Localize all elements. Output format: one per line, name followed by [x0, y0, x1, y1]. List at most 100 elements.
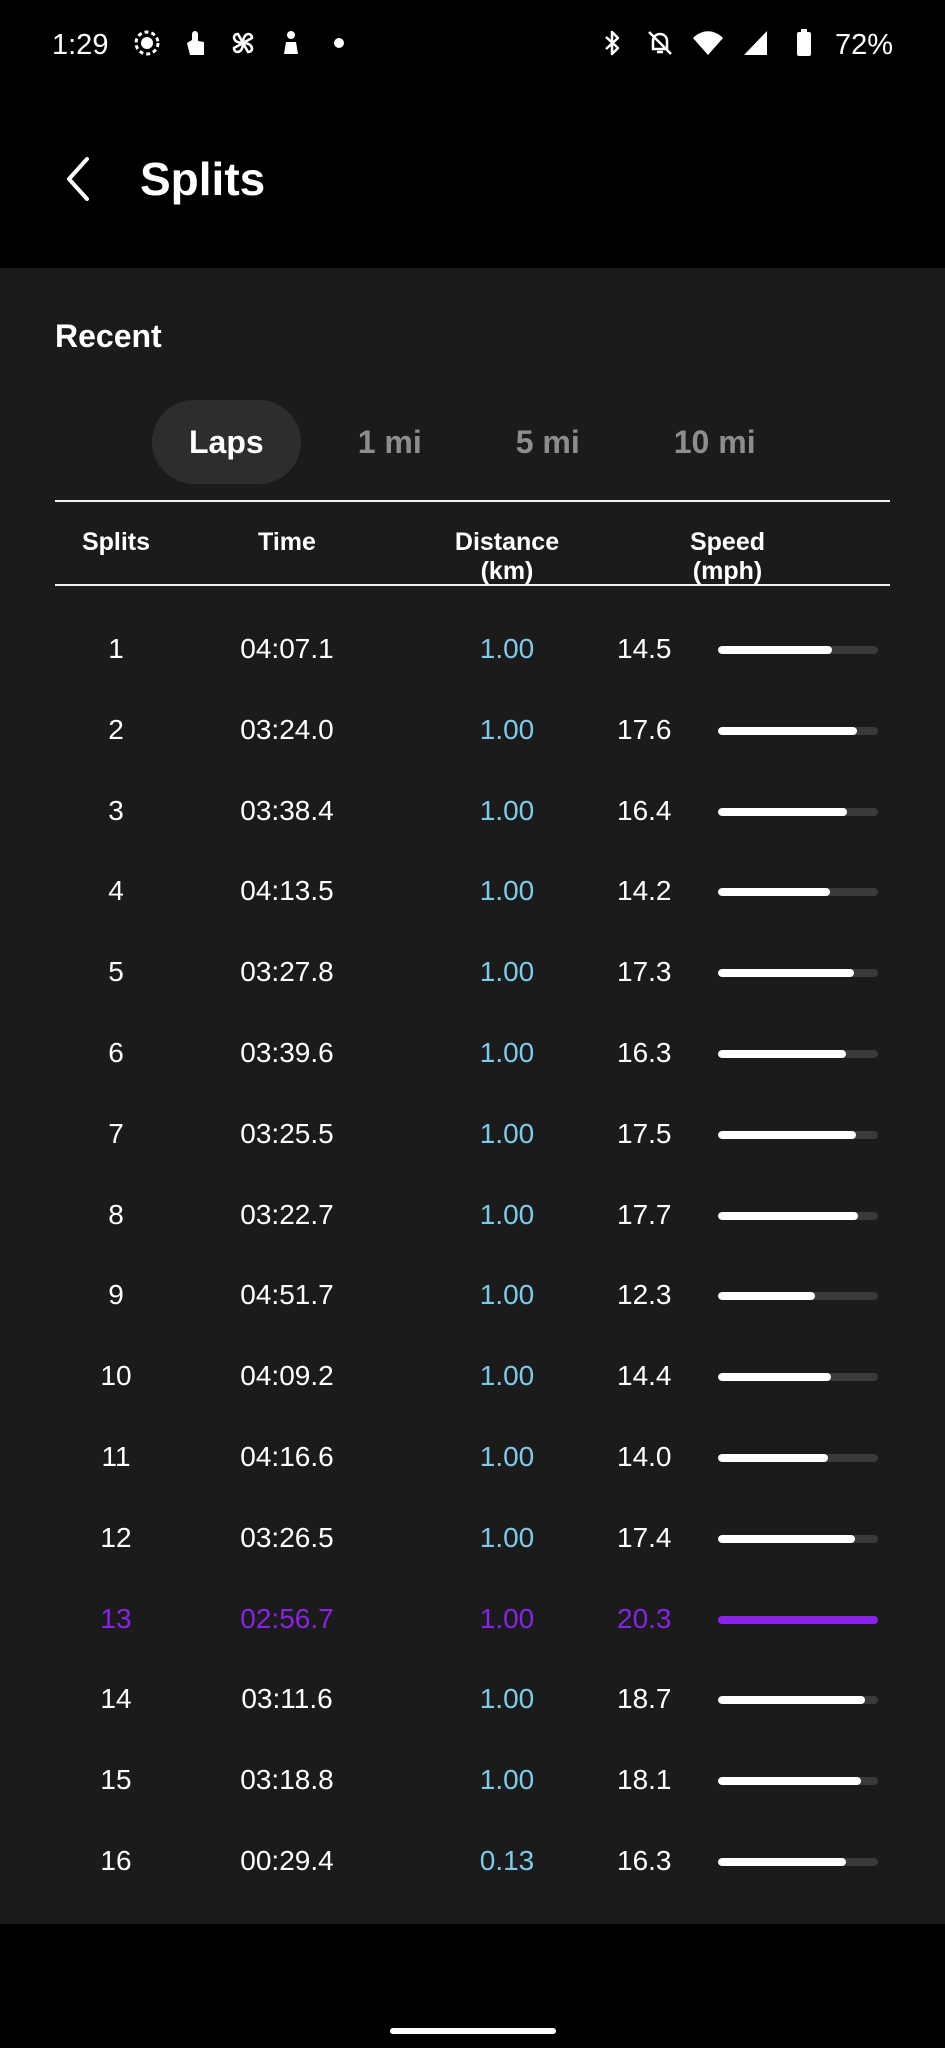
speed-bar [718, 1130, 878, 1139]
notifications-off-icon [643, 28, 677, 62]
split-number: 12 [100, 1521, 132, 1553]
split-number: 16 [100, 1844, 132, 1876]
split-speed: 17.3 [617, 956, 672, 988]
bluetooth-icon [595, 28, 629, 62]
tab-10-mi[interactable]: 10 mi [637, 400, 793, 484]
split-distance: 1.00 [479, 1198, 535, 1230]
dot-icon [322, 28, 356, 62]
table-row: 8 03:22.7 1.00 17.7 [55, 1175, 890, 1256]
split-time: 03:24.0 [240, 713, 334, 745]
split-speed: 12.3 [617, 1279, 672, 1311]
table-row: 16 00:29.4 0.13 16.3 [55, 1821, 890, 1902]
speed-bar [718, 1211, 878, 1220]
speed-bar-fill [718, 1049, 847, 1058]
speed-bar [718, 646, 878, 654]
split-speed: 20.3 [617, 1602, 672, 1634]
speed-bar-fill [718, 1615, 878, 1624]
split-time: 04:16.6 [240, 1440, 334, 1472]
split-time: 03:27.8 [240, 956, 334, 988]
battery-percent: 72% [834, 28, 893, 61]
speed-bar [718, 1777, 878, 1786]
table-row: 11 04:16.6 1.00 14.0 [55, 1417, 890, 1498]
split-number: 14 [100, 1683, 132, 1715]
wifi-icon [691, 28, 725, 62]
split-speed: 14.0 [617, 1440, 672, 1472]
split-number: 7 [108, 1117, 124, 1149]
splits-panel: Recent Laps 1 mi 5 mi 10 mi Splits Time … [0, 268, 945, 1924]
speed-bar [718, 1615, 878, 1624]
split-distance: 1.00 [479, 1117, 535, 1149]
speed-bar-fill [718, 1777, 861, 1786]
split-distance: 1.00 [479, 794, 535, 826]
speed-bar [718, 969, 878, 978]
split-speed: 16.3 [617, 1844, 672, 1876]
header-divider-top [55, 500, 890, 502]
speed-bar [718, 1292, 878, 1301]
split-speed: 17.7 [617, 1198, 672, 1230]
split-time: 03:18.8 [240, 1764, 334, 1796]
tab-bar: Laps 1 mi 5 mi 10 mi [152, 400, 793, 484]
status-right: 72% [595, 28, 893, 62]
table-row: 9 04:51.7 1.00 12.3 [55, 1255, 890, 1336]
split-time: 03:38.4 [240, 794, 334, 826]
speed-bar [718, 726, 878, 735]
speed-bar-fill [718, 888, 830, 897]
split-speed: 17.5 [617, 1117, 672, 1149]
split-distance: 1.00 [479, 1521, 535, 1553]
table-row: 14 03:11.6 1.00 18.7 [55, 1659, 890, 1740]
split-distance: 1.00 [479, 1683, 535, 1715]
section-title: Recent [55, 318, 162, 354]
split-number: 6 [108, 1036, 124, 1068]
cell-signal-icon [739, 28, 773, 62]
split-distance: 1.00 [479, 1764, 535, 1796]
speed-bar-fill [718, 1130, 856, 1139]
speed-bar-fill [718, 1211, 858, 1220]
col-splits: Splits [55, 528, 177, 557]
split-number: 5 [108, 956, 124, 988]
clock: 1:29 [52, 28, 109, 61]
tab-laps[interactable]: Laps [152, 400, 301, 484]
table-header: Splits Time Distance (km) Speed (mph) [55, 520, 890, 604]
table-row: 10 04:09.2 1.00 14.4 [55, 1336, 890, 1417]
split-time: 03:25.5 [240, 1117, 334, 1149]
status-bar: 1:29 72% [0, 0, 945, 90]
speed-bar [718, 1373, 878, 1382]
split-speed: 17.4 [617, 1521, 672, 1553]
split-time: 04:51.7 [240, 1279, 334, 1311]
tab-5-mi[interactable]: 5 mi [479, 400, 617, 484]
split-speed: 16.3 [617, 1036, 672, 1068]
split-number: 8 [108, 1198, 124, 1230]
split-distance: 1.00 [479, 713, 535, 745]
table-row: 15 03:18.8 1.00 18.1 [55, 1740, 890, 1821]
col-speed-unit: (mph) [692, 557, 763, 585]
table-row: 4 04:13.5 1.00 14.2 [55, 851, 890, 932]
speed-bar-fill [718, 1534, 856, 1543]
tap-gesture-icon [178, 28, 212, 62]
split-time: 03:11.6 [241, 1683, 333, 1715]
split-speed: 14.4 [617, 1360, 672, 1392]
speed-bar [718, 807, 878, 816]
splits-table: 1 04:07.1 1.00 14.5 2 03:24.0 1.00 17.6 3 03:38.4… [55, 609, 890, 1902]
table-row: 2 03:24.0 1.00 17.6 [55, 690, 890, 771]
split-number: 13 [100, 1602, 132, 1634]
back-button[interactable] [48, 149, 108, 209]
col-speed: Speed (mph) [617, 528, 890, 586]
touch-icon [274, 28, 308, 62]
speed-bar [718, 1453, 878, 1462]
pinwheel-icon [226, 28, 260, 62]
col-time-label: Time [258, 528, 316, 556]
tab-1-mi[interactable]: 1 mi [321, 400, 459, 484]
home-handle[interactable] [390, 2028, 556, 2034]
split-time: 03:22.7 [240, 1198, 334, 1230]
split-time: 04:13.5 [240, 875, 334, 907]
split-number: 10 [100, 1360, 132, 1392]
speed-bar-fill [718, 1292, 815, 1301]
speed-bar [718, 888, 878, 897]
split-time: 04:07.1 [240, 633, 334, 664]
table-row: 12 03:26.5 1.00 17.4 [55, 1498, 890, 1579]
speed-bar-fill [718, 1453, 829, 1462]
split-speed: 18.7 [617, 1683, 672, 1715]
split-distance: 1.00 [479, 956, 535, 988]
split-number: 3 [108, 794, 124, 826]
split-distance: 1.00 [479, 1440, 535, 1472]
